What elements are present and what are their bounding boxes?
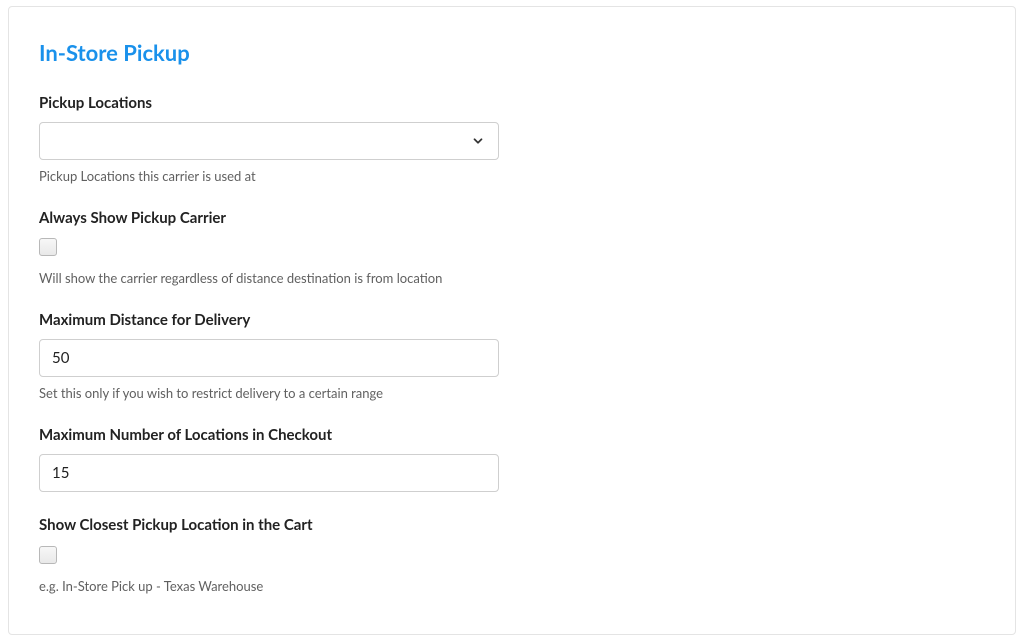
pickup-locations-label: Pickup Locations [39,94,499,112]
field-pickup-locations: Pickup Locations Pickup Locations this c… [39,94,499,185]
always-show-pickup-carrier-checkbox[interactable] [39,238,57,256]
maximum-distance-help: Set this only if you wish to restrict de… [39,385,499,402]
pickup-locations-select[interactable] [39,122,499,160]
always-show-pickup-carrier-label: Always Show Pickup Carrier [39,209,499,227]
field-maximum-distance: Maximum Distance for Delivery Set this o… [39,311,499,402]
show-closest-in-cart-checkbox[interactable] [39,546,57,564]
maximum-distance-input[interactable] [39,339,499,377]
show-closest-in-cart-help: e.g. In-Store Pick up - Texas Warehouse [39,578,499,595]
field-show-closest-in-cart: Show Closest Pickup Location in the Cart… [39,516,499,594]
section-title: In-Store Pickup [39,39,985,66]
maximum-distance-label: Maximum Distance for Delivery [39,311,499,329]
field-always-show-pickup-carrier: Always Show Pickup Carrier Will show the… [39,209,499,287]
always-show-pickup-carrier-help: Will show the carrier regardless of dist… [39,270,499,287]
pickup-locations-help: Pickup Locations this carrier is used at [39,168,499,185]
maximum-locations-input[interactable] [39,454,499,492]
show-closest-in-cart-label: Show Closest Pickup Location in the Cart [39,516,499,534]
maximum-locations-label: Maximum Number of Locations in Checkout [39,426,499,444]
field-maximum-locations: Maximum Number of Locations in Checkout [39,426,499,492]
pickup-locations-select-wrap [39,122,499,160]
in-store-pickup-panel: In-Store Pickup Pickup Locations Pickup … [8,6,1016,635]
